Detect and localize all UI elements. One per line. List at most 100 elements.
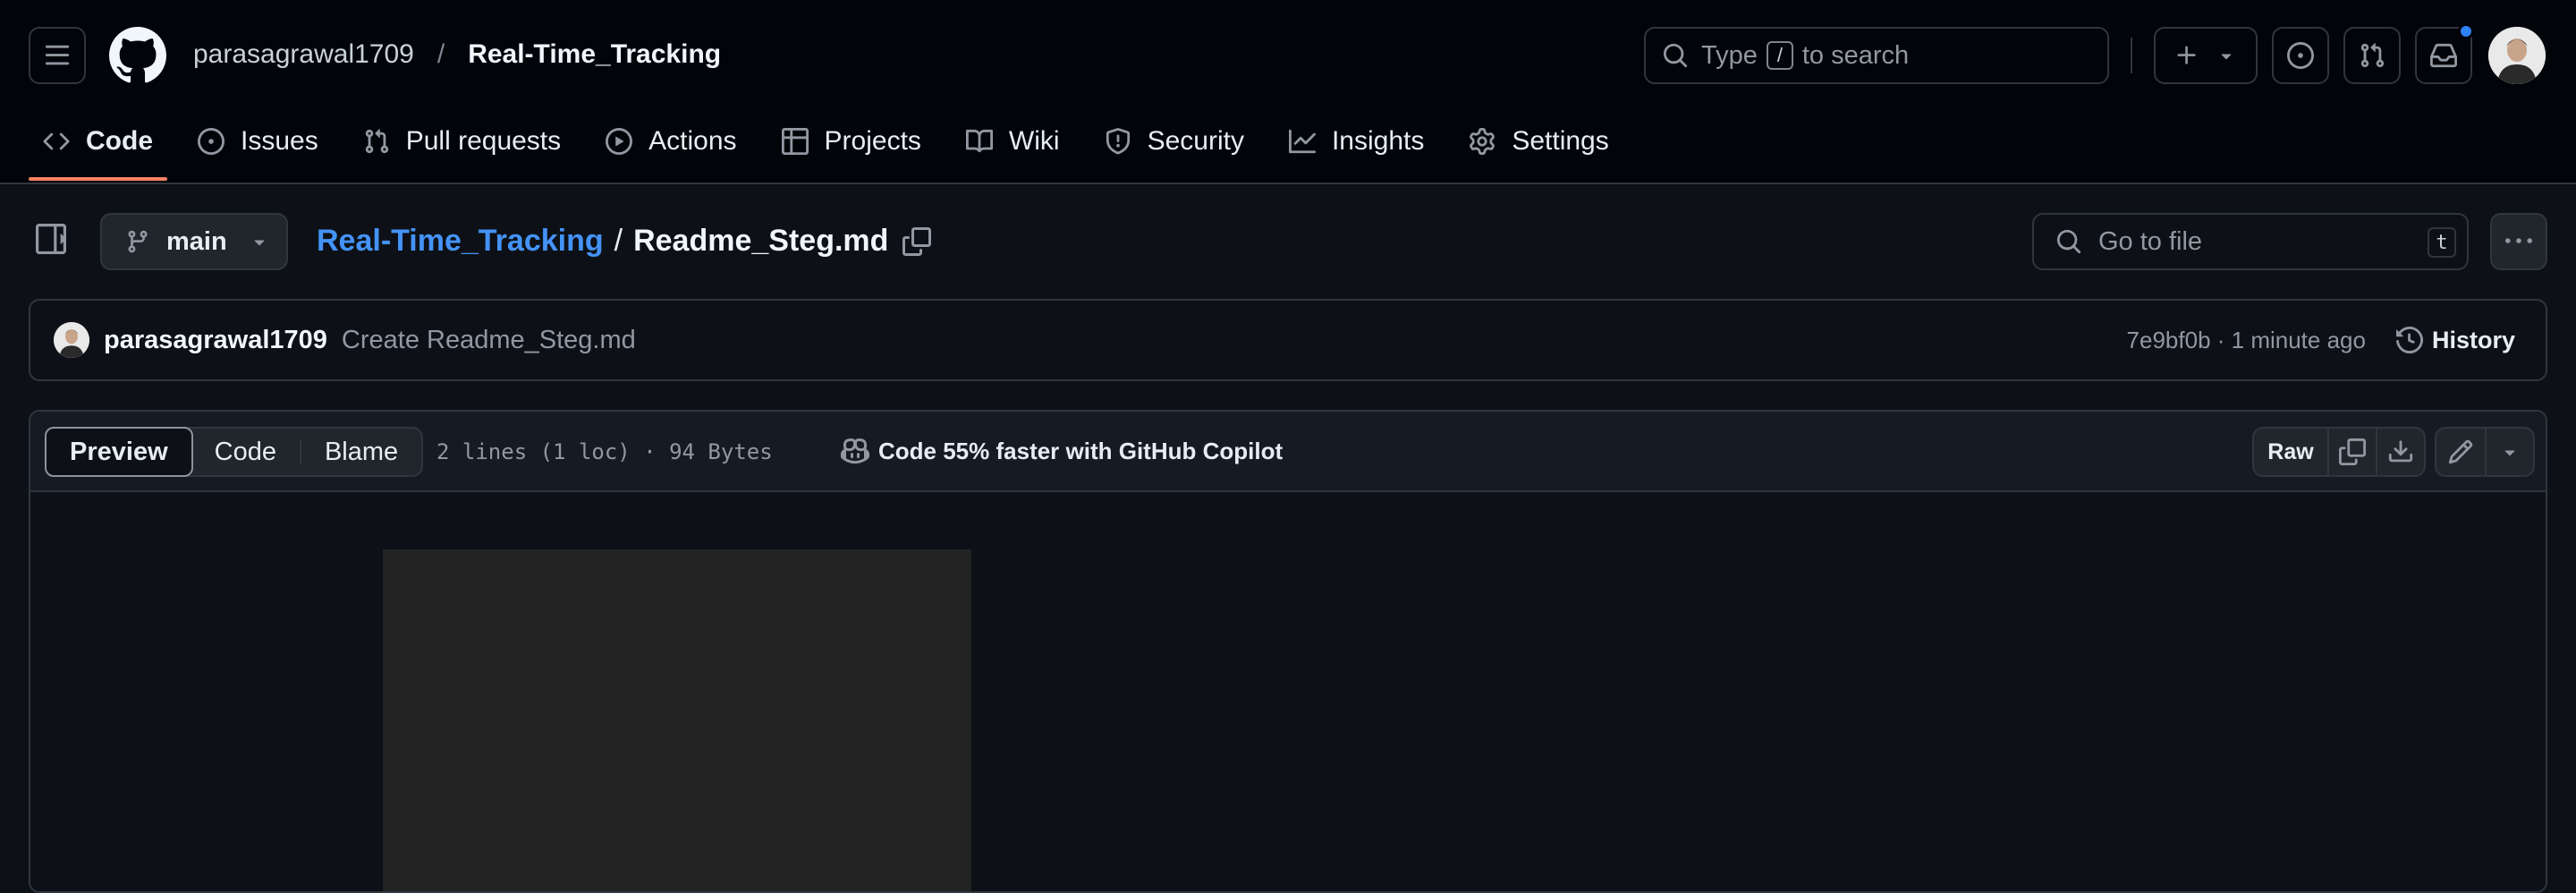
breadcrumb-separator: / bbox=[614, 224, 623, 258]
github-logo-icon[interactable] bbox=[109, 27, 166, 84]
preview-image bbox=[383, 549, 971, 891]
triangle-down-icon bbox=[2221, 54, 2232, 60]
tab-pull-requests[interactable]: Pull requests bbox=[349, 118, 575, 165]
graph-icon bbox=[1288, 129, 1316, 154]
git-pull-request-icon bbox=[365, 129, 388, 154]
file-toolbar: Preview Code Blame 2 lines (1 loc) · 94 … bbox=[30, 412, 2546, 492]
copy-raw-button[interactable] bbox=[2327, 429, 2376, 475]
copy-path-icon[interactable] bbox=[902, 226, 932, 256]
commit-author[interactable]: parasagrawal1709 bbox=[104, 326, 327, 355]
context-separator: / bbox=[436, 39, 445, 69]
copilot-promo-text: Code 55% faster with GitHub Copilot bbox=[878, 437, 1284, 464]
avatar-image-icon bbox=[2488, 27, 2546, 84]
edit-file-button[interactable] bbox=[2436, 429, 2485, 475]
markdown-preview bbox=[30, 492, 2546, 891]
pencil-icon bbox=[2448, 439, 2473, 464]
tab-label: Security bbox=[1147, 126, 1244, 156]
search-shortcut-key: / bbox=[1766, 41, 1793, 70]
app-header: parasagrawal1709 / Real-Time_Tracking Ty… bbox=[0, 0, 2576, 184]
latest-commit-bar: parasagrawal1709 Create Readme_Steg.md 7… bbox=[29, 299, 2547, 381]
notification-indicator bbox=[2458, 23, 2474, 39]
sidebar-toggle-button[interactable] bbox=[36, 224, 79, 259]
breadcrumb: Real-Time_Tracking / Readme_Steg.md bbox=[317, 224, 932, 259]
tab-label: Projects bbox=[824, 126, 921, 156]
edit-options-dropdown[interactable] bbox=[2485, 429, 2533, 475]
your-issues-button[interactable] bbox=[2272, 27, 2329, 84]
your-pull-requests-button[interactable] bbox=[2343, 27, 2401, 84]
go-to-file-shortcut-key: t bbox=[2428, 227, 2456, 258]
inbox-icon bbox=[2430, 43, 2457, 68]
search-icon bbox=[2056, 229, 2081, 254]
git-pull-request-icon bbox=[2360, 43, 2385, 68]
search-suffix: to search bbox=[1801, 40, 1910, 70]
menu-button[interactable] bbox=[29, 27, 86, 84]
table-icon bbox=[781, 128, 809, 155]
repo-link[interactable]: Real-Time_Tracking bbox=[468, 39, 721, 70]
header-divider bbox=[2131, 38, 2132, 73]
tab-projects[interactable]: Projects bbox=[767, 118, 936, 165]
preview-mode-button[interactable]: Preview bbox=[45, 427, 193, 477]
more-options-button[interactable] bbox=[2490, 213, 2547, 270]
go-to-file-placeholder: Go to file bbox=[2098, 226, 2203, 256]
tab-actions[interactable]: Actions bbox=[591, 118, 750, 165]
issue-opened-icon bbox=[2287, 42, 2314, 69]
raw-button[interactable]: Raw bbox=[2254, 429, 2327, 475]
gear-icon bbox=[1470, 128, 1496, 155]
blame-mode-button[interactable]: Blame bbox=[301, 429, 421, 475]
code-icon bbox=[43, 132, 70, 150]
tab-label: Actions bbox=[648, 126, 737, 156]
repo-context: parasagrawal1709 / Real-Time_Tracking bbox=[193, 39, 721, 70]
user-avatar[interactable] bbox=[2488, 27, 2546, 84]
commit-sha-time[interactable]: 7e9bf0b · 1 minute ago bbox=[2127, 327, 2366, 354]
tab-label: Pull requests bbox=[405, 126, 562, 156]
play-icon bbox=[606, 128, 633, 155]
triangle-down-icon bbox=[254, 240, 265, 246]
edit-actions-group bbox=[2435, 427, 2535, 477]
commit-meta-group: 7e9bf0b · 1 minute ago History bbox=[2127, 301, 2515, 379]
commit-author-avatar[interactable] bbox=[54, 322, 89, 358]
view-mode-switch: Preview Code Blame bbox=[45, 427, 424, 477]
tab-label: Settings bbox=[1512, 126, 1609, 156]
tab-wiki[interactable]: Wiki bbox=[952, 118, 1074, 165]
branch-selector[interactable]: main bbox=[100, 213, 288, 270]
history-icon bbox=[2395, 327, 2423, 353]
history-label: History bbox=[2431, 326, 2515, 353]
history-button[interactable]: History bbox=[2395, 326, 2515, 354]
search-input[interactable]: Type / to search bbox=[1644, 27, 2109, 84]
plus-icon bbox=[2177, 46, 2196, 64]
copy-icon bbox=[2339, 438, 2366, 465]
sidebar-expand-icon bbox=[36, 224, 66, 254]
git-branch-icon bbox=[128, 230, 148, 253]
branch-name: main bbox=[166, 226, 227, 256]
tab-label: Code bbox=[86, 126, 153, 156]
download-icon bbox=[2388, 440, 2413, 463]
file-info: 2 lines (1 loc) · 94 Bytes bbox=[436, 439, 773, 464]
create-new-button[interactable] bbox=[2154, 27, 2258, 84]
search-icon bbox=[1663, 43, 1688, 68]
commit-message[interactable]: Create Readme_Steg.md bbox=[342, 326, 636, 355]
tab-security[interactable]: Security bbox=[1090, 118, 1258, 165]
tab-issues[interactable]: Issues bbox=[183, 118, 333, 165]
go-to-file-input[interactable]: Go to file t bbox=[2032, 213, 2469, 270]
breadcrumb-repo-link[interactable]: Real-Time_Tracking bbox=[317, 224, 604, 259]
tab-code[interactable]: Code bbox=[29, 118, 167, 181]
file-viewer: Preview Code Blame 2 lines (1 loc) · 94 … bbox=[29, 410, 2547, 893]
issue-opened-icon bbox=[198, 128, 225, 155]
triangle-down-icon bbox=[2504, 450, 2515, 456]
tab-label: Issues bbox=[241, 126, 318, 156]
copilot-promo-link[interactable]: Code 55% faster with GitHub Copilot bbox=[841, 437, 1283, 465]
avatar-image-icon bbox=[54, 322, 89, 358]
code-mode-button[interactable]: Code bbox=[191, 429, 300, 475]
owner-link[interactable]: parasagrawal1709 bbox=[193, 39, 414, 70]
breadcrumb-filename: Readme_Steg.md bbox=[633, 224, 889, 258]
download-raw-button[interactable] bbox=[2376, 429, 2424, 475]
tab-insights[interactable]: Insights bbox=[1275, 118, 1438, 165]
search-prefix: Type bbox=[1701, 40, 1758, 70]
tab-label: Wiki bbox=[1008, 126, 1060, 156]
file-actions-group: Raw bbox=[2252, 427, 2426, 477]
shield-icon bbox=[1106, 128, 1130, 155]
hamburger-icon bbox=[45, 45, 70, 65]
copilot-icon bbox=[841, 438, 869, 464]
tab-settings[interactable]: Settings bbox=[1454, 118, 1623, 165]
book-icon bbox=[965, 129, 993, 153]
